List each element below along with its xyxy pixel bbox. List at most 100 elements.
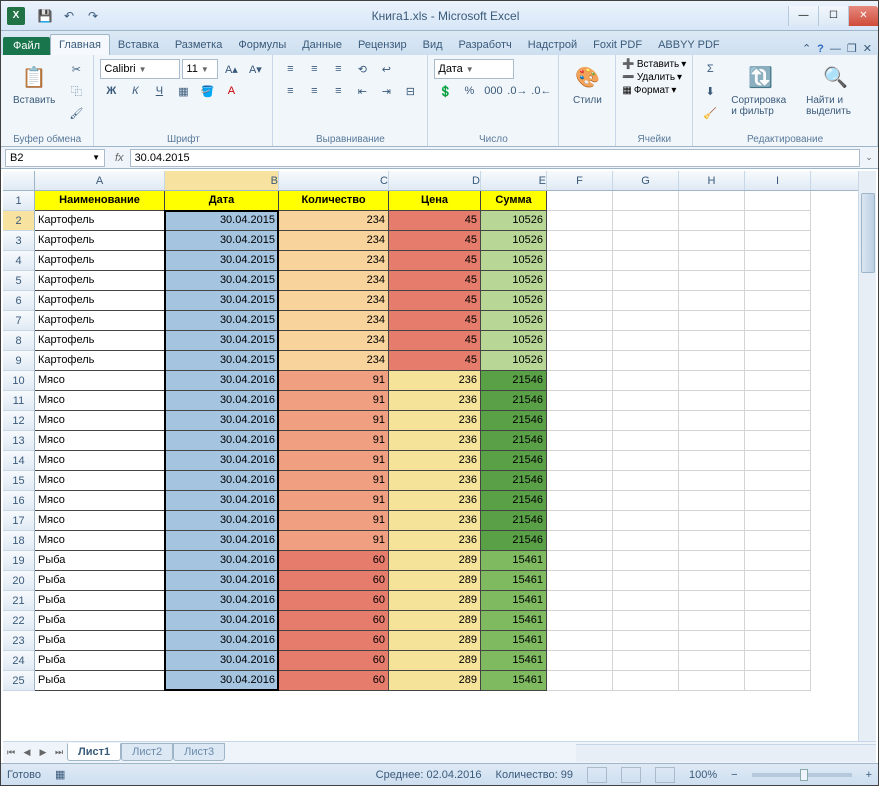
cell[interactable] xyxy=(613,491,679,511)
cell[interactable] xyxy=(679,511,745,531)
cell[interactable] xyxy=(679,411,745,431)
grow-font-button[interactable]: A▴ xyxy=(220,59,242,79)
cell[interactable]: 10526 xyxy=(481,251,547,271)
cell[interactable] xyxy=(613,371,679,391)
expand-formula-bar[interactable]: ⌄ xyxy=(860,152,878,163)
sheet-tab-2[interactable]: Лист2 xyxy=(121,743,173,761)
cell[interactable]: 236 xyxy=(389,511,481,531)
cell[interactable]: 45 xyxy=(389,211,481,231)
cell[interactable] xyxy=(547,671,613,691)
insert-cells-button[interactable]: ➕Вставить ▾ xyxy=(622,59,686,70)
tab-insert[interactable]: Вставка xyxy=(110,35,167,55)
sheet-nav-prev[interactable]: ◀ xyxy=(19,745,35,761)
cell[interactable]: 236 xyxy=(389,471,481,491)
delete-cells-button[interactable]: ➖Удалить ▾ xyxy=(622,72,682,83)
cell[interactable] xyxy=(745,251,811,271)
cell[interactable] xyxy=(613,251,679,271)
cell[interactable]: Рыба xyxy=(35,611,165,631)
row-header[interactable]: 13 xyxy=(3,431,35,451)
doc-close-icon[interactable]: ✕ xyxy=(863,42,872,55)
cell[interactable]: 45 xyxy=(389,271,481,291)
cell[interactable] xyxy=(745,431,811,451)
cell[interactable]: 234 xyxy=(279,331,389,351)
cell[interactable]: 21546 xyxy=(481,371,547,391)
close-button[interactable]: ✕ xyxy=(848,6,878,26)
undo-button[interactable]: ↶ xyxy=(59,6,79,26)
cell[interactable] xyxy=(613,471,679,491)
cell[interactable]: Картофель xyxy=(35,271,165,291)
cell[interactable]: 91 xyxy=(279,371,389,391)
cell[interactable] xyxy=(547,331,613,351)
cell[interactable] xyxy=(745,331,811,351)
cell[interactable] xyxy=(547,591,613,611)
cell[interactable]: 30.04.2016 xyxy=(165,671,279,691)
row-header[interactable]: 3 xyxy=(3,231,35,251)
cell[interactable] xyxy=(547,371,613,391)
cell[interactable]: 236 xyxy=(389,371,481,391)
cell[interactable]: 15461 xyxy=(481,631,547,651)
row-header[interactable]: 17 xyxy=(3,511,35,531)
cell[interactable]: Картофель xyxy=(35,311,165,331)
sheet-tab-3[interactable]: Лист3 xyxy=(173,743,225,761)
cell[interactable] xyxy=(745,531,811,551)
cell[interactable] xyxy=(547,431,613,451)
cell[interactable]: 15461 xyxy=(481,551,547,571)
cell[interactable] xyxy=(613,351,679,371)
cell[interactable]: 234 xyxy=(279,351,389,371)
row-header[interactable]: 23 xyxy=(3,631,35,651)
row-header[interactable]: 11 xyxy=(3,391,35,411)
cell[interactable] xyxy=(745,231,811,251)
sort-filter-button[interactable]: 🔃 Сортировка и фильтр xyxy=(725,59,796,119)
cell[interactable] xyxy=(613,331,679,351)
cell[interactable]: 10526 xyxy=(481,271,547,291)
cell[interactable]: Мясо xyxy=(35,451,165,471)
cell[interactable]: 91 xyxy=(279,491,389,511)
header-cell[interactable]: Сумма xyxy=(481,191,547,211)
col-header-A[interactable]: A xyxy=(35,171,165,190)
cell[interactable] xyxy=(745,591,811,611)
align-middle-button[interactable]: ≡ xyxy=(303,59,325,79)
cell[interactable] xyxy=(547,611,613,631)
cell[interactable]: Рыба xyxy=(35,591,165,611)
cell[interactable]: 30.04.2016 xyxy=(165,611,279,631)
cell[interactable]: Картофель xyxy=(35,351,165,371)
tab-review[interactable]: Рецензир xyxy=(350,35,415,55)
header-cell[interactable]: Цена xyxy=(389,191,481,211)
cell[interactable]: 289 xyxy=(389,651,481,671)
cell[interactable] xyxy=(679,371,745,391)
autosum-button[interactable]: Σ xyxy=(699,59,721,79)
vertical-scrollbar[interactable] xyxy=(858,171,876,741)
cell[interactable]: 234 xyxy=(279,311,389,331)
font-color-button[interactable]: A xyxy=(220,81,242,101)
cell[interactable]: 289 xyxy=(389,631,481,651)
cell[interactable]: 91 xyxy=(279,511,389,531)
cell[interactable]: 236 xyxy=(389,431,481,451)
cell[interactable] xyxy=(679,271,745,291)
cell[interactable]: 15461 xyxy=(481,611,547,631)
cell[interactable]: 10526 xyxy=(481,211,547,231)
cell[interactable] xyxy=(547,631,613,651)
cell[interactable] xyxy=(679,351,745,371)
cell[interactable] xyxy=(613,551,679,571)
cell[interactable]: 10526 xyxy=(481,331,547,351)
cell[interactable]: 236 xyxy=(389,391,481,411)
fx-button[interactable]: fx xyxy=(109,152,130,164)
comma-button[interactable]: 000 xyxy=(482,81,504,101)
scroll-thumb[interactable] xyxy=(861,193,875,273)
merge-button[interactable]: ⊟ xyxy=(399,81,421,101)
sheet-nav-first[interactable]: ⏮ xyxy=(3,745,19,761)
cell[interactable]: 30.04.2016 xyxy=(165,531,279,551)
cell[interactable] xyxy=(679,311,745,331)
redo-button[interactable]: ↷ xyxy=(83,6,103,26)
cell[interactable]: 15461 xyxy=(481,671,547,691)
cell[interactable] xyxy=(745,611,811,631)
cell[interactable] xyxy=(679,651,745,671)
row-header[interactable]: 19 xyxy=(3,551,35,571)
font-size-combo[interactable]: 11▼ xyxy=(182,59,218,79)
cell[interactable]: 91 xyxy=(279,431,389,451)
view-normal-button[interactable] xyxy=(587,767,607,783)
cell[interactable]: Картофель xyxy=(35,331,165,351)
cell[interactable]: 234 xyxy=(279,271,389,291)
cell[interactable]: 21546 xyxy=(481,431,547,451)
cell[interactable]: 30.04.2015 xyxy=(165,331,279,351)
